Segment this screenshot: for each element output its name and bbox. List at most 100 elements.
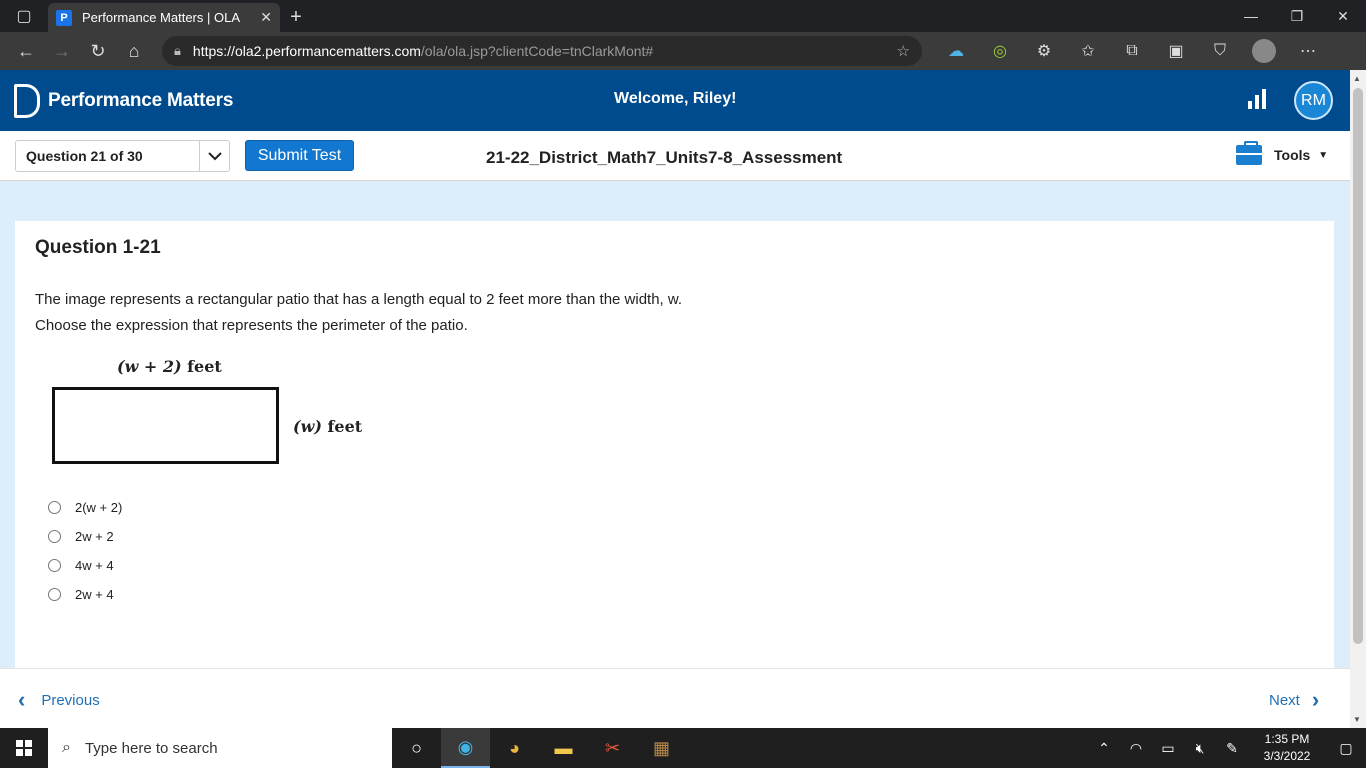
edge-icon[interactable]: ◉: [441, 728, 490, 768]
profile-icon[interactable]: [1246, 36, 1282, 66]
test-title: 21-22_District_Math7_Units7-8_Assessment: [486, 148, 843, 167]
tools-label: Tools: [1274, 147, 1311, 163]
chevron-left-icon: ‹: [18, 687, 26, 712]
url-path: /ola/ola.jsp?clientCode=tnClarkMont#: [420, 43, 654, 59]
submit-test-button[interactable]: Submit Test: [245, 140, 354, 171]
chevron-down-icon[interactable]: [199, 141, 229, 171]
refresh-icon[interactable]: ↻: [80, 35, 116, 67]
taskbar-clock[interactable]: 1:35 PM 3/3/2022: [1248, 731, 1326, 765]
url-host: https://ola2.performancematters.com: [192, 43, 421, 59]
clock-date: 3/3/2022: [1263, 749, 1311, 763]
toolbox-icon: [1236, 141, 1262, 165]
show-hidden-icons-icon[interactable]: ⌃: [1088, 740, 1120, 757]
taskbar-search[interactable]: ⌕ Type here to search: [48, 728, 392, 768]
collections-icon[interactable]: ⧉: [1114, 36, 1150, 66]
answer-choice-label: 2(w + 2): [75, 500, 123, 515]
answer-choice[interactable]: 2w + 4: [48, 580, 122, 609]
brand-logo: Performance Matters: [14, 83, 233, 118]
question-selector[interactable]: Question 21 of 30: [15, 140, 230, 172]
browser-tab-bar: ▢ P Performance Matters | OLA ✕ + — ❐ ✕: [0, 0, 1366, 32]
new-tab-icon[interactable]: +: [280, 3, 312, 32]
read-aloud-icon[interactable]: ▣: [1158, 36, 1194, 66]
answer-choices: 2(w + 2) 2w + 2 4w + 4 2w + 4: [48, 493, 122, 609]
tab-actions-icon[interactable]: ▢: [0, 0, 48, 32]
cortana-icon[interactable]: ○: [392, 728, 441, 768]
extension-cloud-icon[interactable]: ☁: [938, 36, 974, 66]
welcome-message: Welcome, Riley!: [614, 90, 737, 107]
minimize-icon[interactable]: —: [1228, 0, 1274, 32]
forward-icon[interactable]: →: [44, 35, 80, 67]
minecraft-icon[interactable]: ▦: [637, 728, 686, 768]
lock-icon[interactable]: 🔒︎: [174, 43, 181, 59]
windows-taskbar: ⌕ Type here to search ○ ◉ ◕ ▬ ✂ ▦ ⌃ ◠ ▭ …: [0, 728, 1366, 768]
wifi-icon[interactable]: ◠: [1120, 740, 1152, 757]
scroll-up-icon[interactable]: ▲: [1353, 74, 1361, 83]
file-explorer-icon[interactable]: ▬: [539, 728, 588, 768]
clock-time: 1:35 PM: [1264, 732, 1310, 746]
width-unit: feet: [327, 417, 363, 436]
more-menu-icon[interactable]: ⋯: [1290, 36, 1326, 66]
close-window-icon[interactable]: ✕: [1320, 0, 1366, 32]
search-icon: ⌕: [62, 739, 71, 756]
length-expression: (w + 2): [117, 357, 182, 376]
prompt-line-2: Choose the expression that represents th…: [35, 317, 468, 334]
next-button[interactable]: Next ›: [1269, 687, 1319, 713]
length-unit: feet: [187, 357, 222, 376]
answer-choice[interactable]: 2w + 2: [48, 522, 122, 551]
answer-choice[interactable]: 2(w + 2): [48, 493, 122, 522]
radio-button[interactable]: [48, 559, 61, 572]
radio-button[interactable]: [48, 530, 61, 543]
pen-icon[interactable]: ✎: [1216, 740, 1248, 757]
test-toolbar: Question 21 of 30 Submit Test 21-22_Dist…: [0, 131, 1350, 181]
extension-timer-icon[interactable]: ◎: [982, 36, 1018, 66]
window-controls: — ❐ ✕: [1228, 0, 1366, 32]
patio-rectangle: [52, 387, 279, 464]
width-expression: (w): [293, 417, 322, 436]
figure-width-label: (w) feet: [293, 417, 362, 436]
snipping-tool-icon[interactable]: ✂: [588, 728, 637, 768]
browser-toolbar: ← → ↻ ⌂ 🔒︎ https://ola2.performancematte…: [0, 32, 1366, 70]
answer-choice[interactable]: 4w + 4: [48, 551, 122, 580]
radio-button[interactable]: [48, 588, 61, 601]
restore-icon[interactable]: ❐: [1274, 0, 1320, 32]
radio-button[interactable]: [48, 501, 61, 514]
back-icon[interactable]: ←: [8, 35, 44, 67]
previous-button[interactable]: ‹ Previous: [18, 687, 100, 713]
chevron-right-icon: ›: [1311, 687, 1320, 712]
figure-length-label: (w + 2) feet: [117, 357, 222, 376]
chrome-icon[interactable]: ◕: [490, 728, 539, 768]
question-card: Question 1-21 The image represents a rec…: [15, 221, 1334, 668]
answer-choice-label: 4w + 4: [75, 558, 114, 573]
notifications-icon[interactable]: ▢: [1326, 740, 1366, 757]
scrollbar-thumb[interactable]: [1353, 88, 1363, 644]
windows-logo-icon: [16, 740, 32, 756]
next-label: Next: [1269, 691, 1300, 709]
scroll-down-icon[interactable]: ▼: [1353, 715, 1361, 724]
prompt-line-1: The image represents a rectangular patio…: [35, 291, 683, 308]
browser-essentials-icon[interactable]: ⛉: [1202, 36, 1238, 66]
address-bar[interactable]: 🔒︎ https://ola2.performancematters.com/o…: [162, 36, 922, 66]
tab-title: Performance Matters | OLA: [82, 10, 240, 25]
previous-label: Previous: [41, 691, 100, 709]
extensions-icon[interactable]: ⚙: [1026, 36, 1062, 66]
answer-choice-label: 2w + 2: [75, 529, 114, 544]
battery-icon[interactable]: ▭: [1152, 740, 1184, 757]
bar-chart-icon[interactable]: [1248, 89, 1266, 109]
favorites-icon[interactable]: ✩: [1070, 36, 1106, 66]
add-favorite-icon[interactable]: ☆: [897, 42, 910, 60]
close-tab-icon[interactable]: ✕: [260, 9, 272, 26]
volume-muted-icon[interactable]: 🔇︎: [1184, 740, 1216, 757]
caret-down-icon: ▼: [1318, 149, 1329, 161]
taskbar-apps: ○ ◉ ◕ ▬ ✂ ▦: [392, 728, 686, 768]
browser-tab[interactable]: P Performance Matters | OLA ✕: [48, 3, 280, 32]
user-avatar[interactable]: RM: [1294, 81, 1333, 120]
tools-menu[interactable]: Tools ▼: [1236, 141, 1329, 165]
app-header: Performance Matters Welcome, Riley! RM: [0, 70, 1350, 131]
extension-icons: ☁ ◎ ⚙ ✩ ⧉ ▣ ⛉ ⋯: [938, 36, 1326, 66]
page-scrollbar[interactable]: ▲ ▼: [1350, 70, 1366, 728]
home-icon[interactable]: ⌂: [116, 35, 152, 67]
system-tray: ⌃ ◠ ▭ 🔇︎ ✎ 1:35 PM 3/3/2022 ▢: [1088, 728, 1366, 768]
start-button[interactable]: [0, 728, 48, 768]
favicon-icon: P: [56, 9, 72, 26]
question-title: Question 1-21: [35, 237, 161, 258]
